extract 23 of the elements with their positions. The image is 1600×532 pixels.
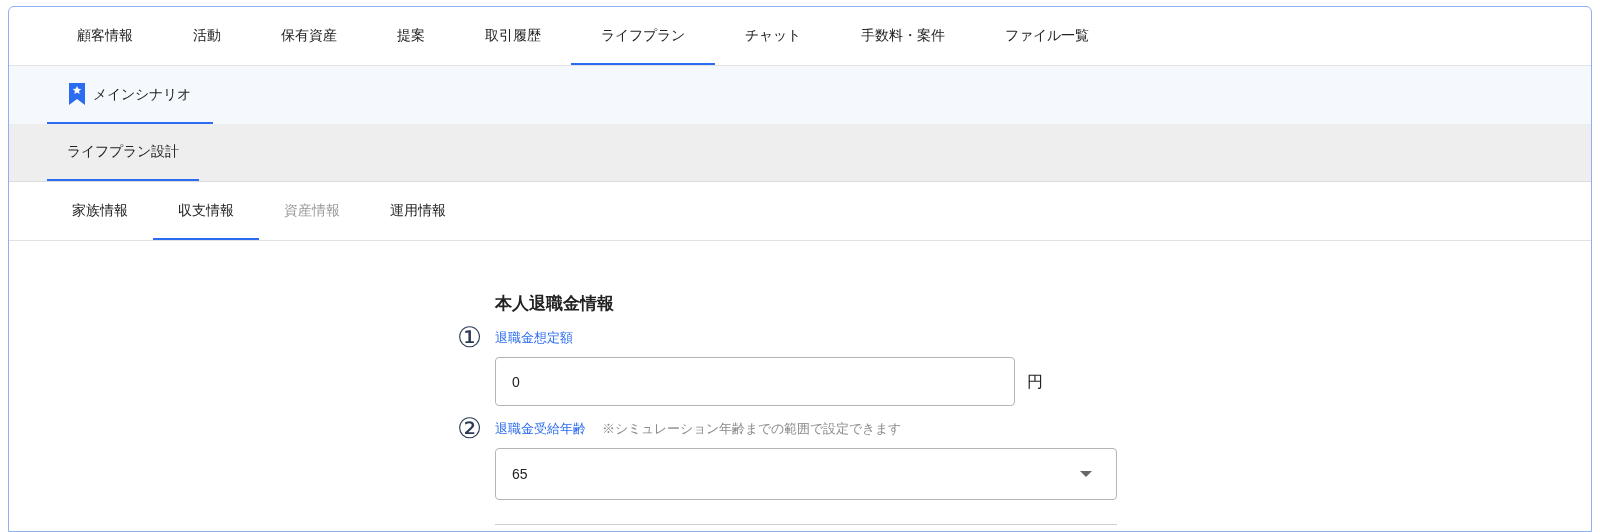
- dropdown-caret-icon: [1080, 471, 1092, 477]
- nav-tab[interactable]: 保有資産: [251, 7, 367, 65]
- unit-label: 円: [1027, 371, 1043, 392]
- nav-tab[interactable]: 顧客情報: [47, 7, 163, 65]
- step-number: ②: [457, 415, 484, 443]
- nav-tab[interactable]: 活動: [163, 7, 251, 65]
- design-tab[interactable]: ライフプラン設計: [47, 124, 199, 181]
- step-number: ①: [457, 324, 484, 352]
- nav-tab[interactable]: 手数料・案件: [831, 7, 975, 65]
- section-title: 本人退職金情報: [495, 293, 615, 315]
- nav-tab[interactable]: 取引履歴: [455, 7, 571, 65]
- sub-tab[interactable]: 家族情報: [47, 182, 153, 240]
- nav-tab[interactable]: 提案: [367, 7, 455, 65]
- amount-input[interactable]: 0: [495, 357, 1015, 406]
- nav-tab[interactable]: ファイル一覧: [975, 7, 1119, 65]
- sub-tab[interactable]: 収支情報: [153, 182, 259, 240]
- field-label: 退職金受給年齢: [495, 420, 586, 439]
- field-hint: ※シミュレーション年齢までの範囲で設定できます: [602, 420, 901, 439]
- bookmark-star-icon: [69, 83, 85, 105]
- age-select[interactable]: 65: [495, 448, 1117, 500]
- nav-tab[interactable]: チャット: [715, 7, 831, 65]
- field-label: 退職金想定額: [495, 329, 573, 348]
- sub-tab[interactable]: 運用情報: [365, 182, 471, 240]
